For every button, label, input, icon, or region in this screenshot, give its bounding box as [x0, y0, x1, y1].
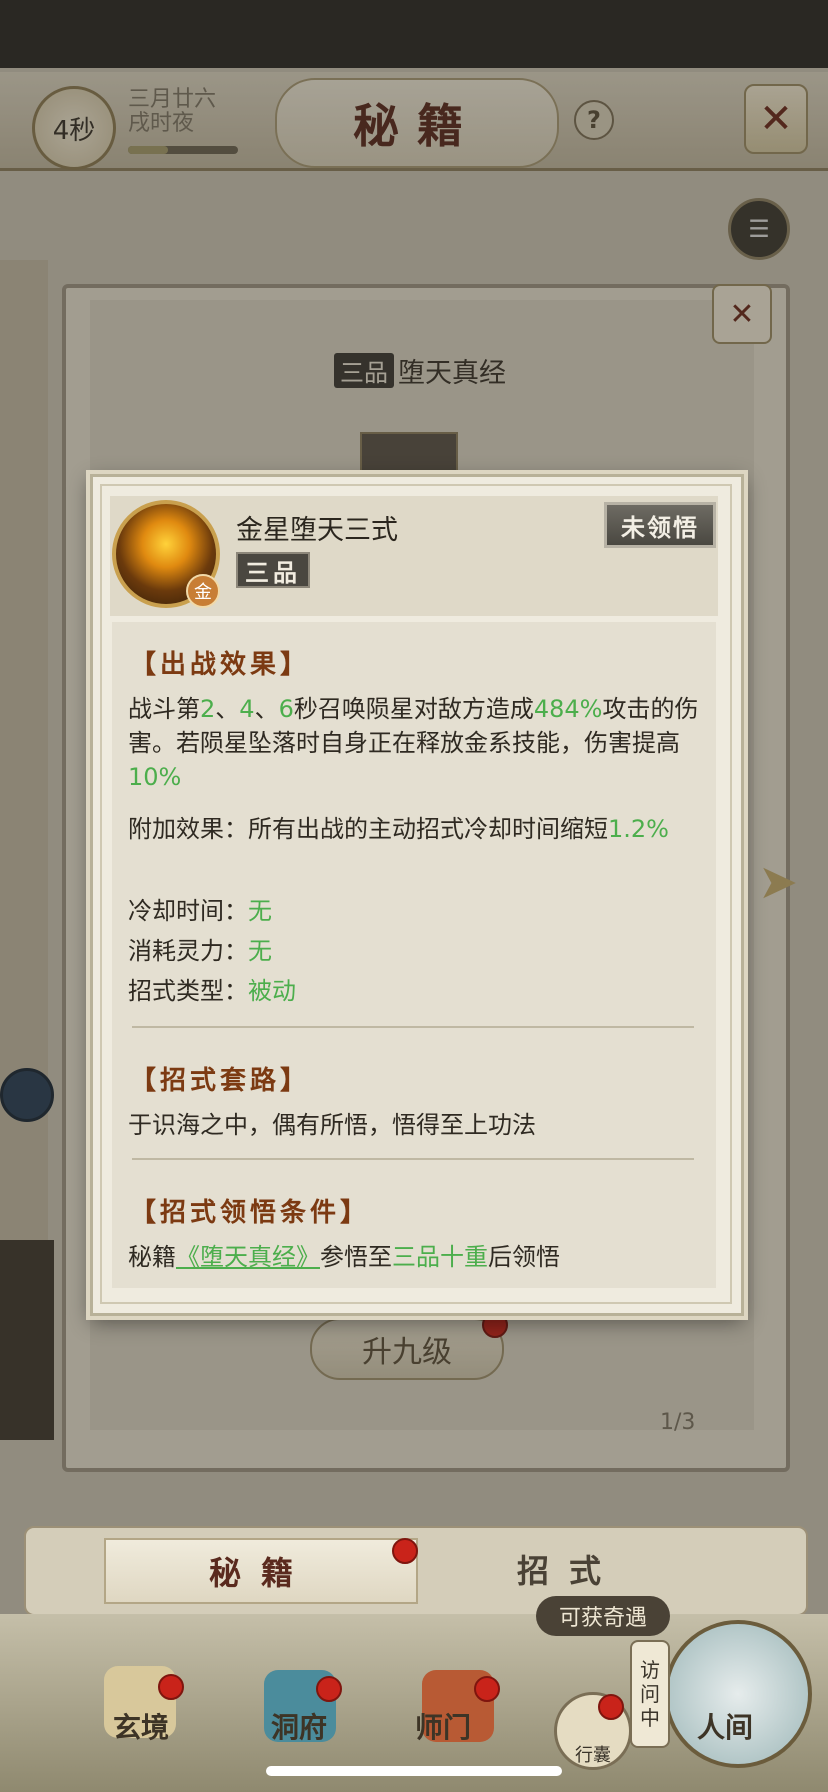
- status-bar: [0, 0, 828, 68]
- condition-mid: 参悟至: [320, 1243, 392, 1271]
- effect-description: 战斗第2、4、6秒召唤陨星对敌方造成484%攻击的伤害。若陨星坠落时自身正在释放…: [128, 692, 704, 794]
- effect-sep-2: 、: [254, 695, 279, 723]
- bag-label: 行囊: [575, 1745, 611, 1766]
- effect-second-2: 4: [239, 695, 255, 723]
- dongfu-notification-dot: [316, 1676, 342, 1702]
- type-label: 招式类型：: [128, 977, 248, 1005]
- status-badge: 未领悟: [604, 502, 716, 548]
- effect-second-1: 2: [200, 695, 216, 723]
- section-divider: [132, 1026, 694, 1028]
- visit-tag: 访 问 中: [630, 1640, 670, 1748]
- section-title-effect: 【出战效果】: [130, 650, 311, 680]
- tab-zhaoshi[interactable]: 招式: [414, 1538, 724, 1600]
- chance-tag: 可获奇遇: [536, 1596, 670, 1636]
- cooldown-row: 冷却时间：无: [128, 894, 704, 928]
- effect-bonus-value: 10%: [128, 763, 182, 791]
- effect-sep-1: 、: [215, 695, 240, 723]
- skill-name: 金星堕天三式: [236, 515, 398, 546]
- visit-char-2: 问: [640, 1682, 660, 1706]
- cooldown-label: 冷却时间：: [128, 897, 248, 925]
- routine-text: 于识海之中，偶有所悟，悟得至上功法: [128, 1111, 536, 1139]
- section-title-condition: 【招式领悟条件】: [130, 1198, 371, 1228]
- section-title-routine: 【招式套路】: [130, 1066, 311, 1096]
- type-row: 招式类型：被动: [128, 974, 704, 1008]
- cost-label: 消耗灵力：: [128, 937, 248, 965]
- condition-prefix: 秘籍: [128, 1243, 176, 1271]
- visit-char-1: 访: [640, 1658, 660, 1682]
- extra-effect: 附加效果：所有出战的主动招式冷却时间缩短1.2%: [128, 812, 704, 846]
- extra-effect-text: 附加效果：所有出战的主动招式冷却时间缩短: [128, 815, 608, 843]
- cooldown-value: 无: [248, 897, 272, 925]
- effect-second-3: 6: [278, 695, 294, 723]
- tab-mijie[interactable]: 秘籍: [104, 1538, 418, 1604]
- cost-row: 消耗灵力：无: [128, 934, 704, 968]
- shimen-notification-dot: [474, 1676, 500, 1702]
- type-value: 被动: [248, 977, 296, 1005]
- xuanjing-notification-dot: [158, 1674, 184, 1700]
- condition-suffix: 后领悟: [488, 1243, 560, 1271]
- effect-text-2: 秒召唤陨星对敌方造成: [293, 695, 534, 723]
- visit-char-3: 中: [640, 1706, 660, 1730]
- nav-xuanjing[interactable]: 玄境: [86, 1700, 196, 1752]
- book-link[interactable]: 《堕天真经》: [176, 1243, 320, 1271]
- bag-notification-dot: [598, 1694, 624, 1720]
- extra-effect-value: 1.2%: [608, 815, 669, 843]
- nav-dongfu[interactable]: 洞府: [244, 1700, 354, 1752]
- condition-text: 秘籍《堕天真经》参悟至三品十重后领悟: [128, 1240, 704, 1274]
- element-badge: 金: [186, 574, 220, 608]
- home-indicator: [266, 1766, 562, 1776]
- skill-grade-badge: 三品: [236, 552, 310, 588]
- condition-level: 三品十重: [392, 1243, 488, 1271]
- effect-text-1: 战斗第: [128, 695, 200, 723]
- nav-renjian[interactable]: 人间: [670, 1700, 780, 1752]
- section-divider: [132, 1158, 694, 1160]
- nav-shimen[interactable]: 师门: [388, 1700, 498, 1752]
- effect-damage-value: 484%: [533, 695, 603, 723]
- cost-value: 无: [248, 937, 272, 965]
